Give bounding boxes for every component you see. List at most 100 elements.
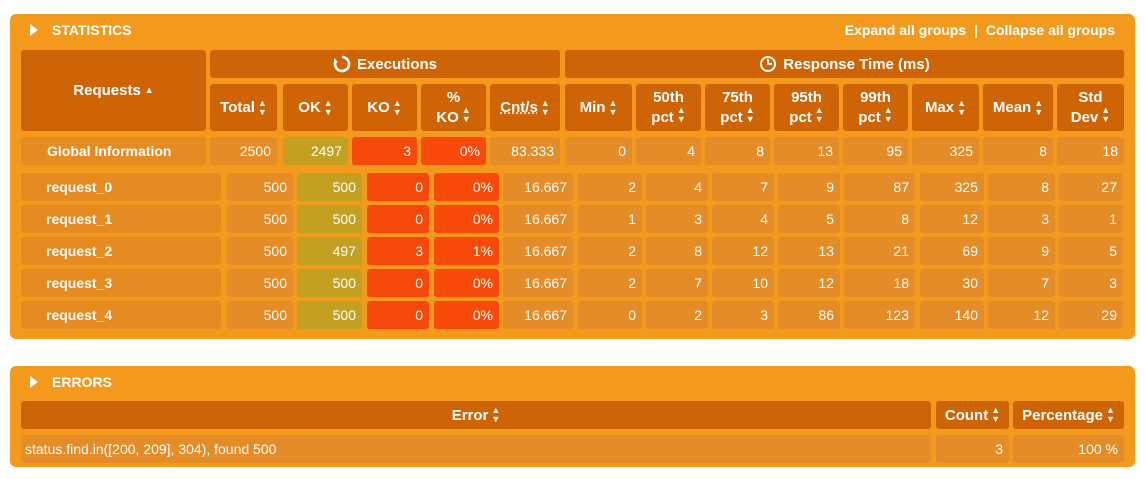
request-row-label[interactable]: request_1 [21, 205, 221, 233]
p75-value-cell: 4 [712, 205, 774, 233]
sort-icon: ▲ ▼ [991, 405, 1001, 424]
pct-value-cell: 0% [434, 269, 499, 297]
errors-toggle[interactable]: ERRORS [30, 374, 112, 390]
sort-icon: ▲ ▼ [1034, 97, 1044, 117]
std-value-cell: 18 [1057, 137, 1124, 165]
p95-value-cell: 86 [778, 301, 840, 329]
executions-icon [333, 55, 351, 73]
sort-icon: ▲ ▼ [1105, 405, 1115, 424]
p75-value-cell: 7 [712, 173, 774, 201]
p99-value-cell: 21 [844, 237, 915, 265]
p99-value-cell: 87 [844, 173, 915, 201]
link-separator: | [974, 22, 978, 38]
min-value-cell: 0 [578, 301, 642, 329]
ko-value-cell: 3 [352, 137, 417, 165]
request-row-label[interactable]: request_4 [21, 301, 221, 329]
sort-icon: ▲ ▼ [745, 105, 755, 124]
p75-value-cell: 3 [712, 301, 774, 329]
request-row-label[interactable]: request_2 [21, 237, 221, 265]
mean-column-header[interactable]: Mean ▲ ▼ [983, 84, 1053, 131]
total-value-cell: 500 [227, 269, 293, 297]
min-value-cell: 1 [578, 205, 642, 233]
mean-value-cell: 3 [988, 205, 1055, 233]
executions-group-header: Executions [210, 50, 560, 78]
requests-header[interactable]: Requests ▲ [21, 50, 206, 131]
sort-icon: ▲ ▼ [323, 97, 333, 117]
response-time-group-header: Response Time (ms) [565, 50, 1124, 78]
p50-value-cell: 4 [636, 137, 701, 165]
cnt-value-cell: 16.667 [503, 301, 573, 329]
pct-ko-column-header[interactable]: % KO ▲ ▼ [421, 84, 486, 131]
min-value-cell: 2 [578, 237, 642, 265]
std-value-cell: 1 [1059, 205, 1123, 233]
p95-column-header[interactable]: 95th pct ▲ ▼ [774, 84, 839, 131]
std-value-cell: 29 [1059, 301, 1123, 329]
mean-value-cell: 8 [983, 137, 1053, 165]
p75-column-header[interactable]: 75th pct ▲ ▼ [705, 84, 770, 131]
p50-value-cell: 2 [646, 301, 708, 329]
p50-column-header[interactable]: 50th pct ▲ ▼ [636, 84, 701, 131]
total-value-cell: 500 [227, 205, 293, 233]
sort-icon: ▲ ▼ [540, 97, 550, 117]
max-value-cell: 325 [912, 137, 979, 165]
cnt-value-cell: 16.667 [503, 173, 573, 201]
mean-value-cell: 7 [988, 269, 1055, 297]
min-column-header[interactable]: Min ▲ ▼ [565, 84, 632, 131]
std-dev-column-header[interactable]: Std Dev ▲ ▼ [1057, 84, 1124, 131]
ko-value-cell: 0 [367, 269, 429, 297]
sort-icon: ▲ ▼ [957, 97, 967, 117]
request-row-label[interactable]: request_3 [21, 269, 221, 297]
cnt-value-cell: 83.333 [490, 137, 560, 165]
min-value-cell: 2 [578, 269, 642, 297]
expand-all-groups-link[interactable]: Expand all groups [845, 22, 966, 38]
error-percentage-cell: 100 % [1013, 435, 1124, 463]
error-count-cell: 3 [936, 435, 1009, 463]
sort-icon: ▲ ▼ [491, 405, 501, 424]
group-links: Expand all groups | Collapse all groups [845, 22, 1115, 38]
max-value-cell: 30 [920, 269, 984, 297]
total-value-cell: 500 [227, 173, 293, 201]
p99-column-header[interactable]: 99th pct ▲ ▼ [843, 84, 908, 131]
ko-value-cell: 0 [367, 301, 429, 329]
p50-value-cell: 8 [646, 237, 708, 265]
percentage-column-header[interactable]: Percentage ▲ ▼ [1013, 401, 1124, 429]
sort-icon: ▲ ▼ [814, 105, 824, 124]
global-information-row-label: Global Information [21, 137, 206, 165]
cnt-value-cell: 16.667 [503, 205, 573, 233]
ko-value-cell: 0 [367, 173, 429, 201]
p95-value-cell: 9 [778, 173, 840, 201]
ok-value-cell: 500 [297, 269, 362, 297]
ok-value-cell: 500 [297, 301, 362, 329]
ko-column-header[interactable]: KO ▲ ▼ [352, 84, 417, 131]
total-value-cell: 500 [227, 301, 293, 329]
mean-value-cell: 9 [988, 237, 1055, 265]
pct-value-cell: 1% [434, 237, 499, 265]
total-value-cell: 500 [227, 237, 293, 265]
std-value-cell: 5 [1059, 237, 1123, 265]
ok-value-cell: 500 [297, 205, 362, 233]
error-column-header[interactable]: Error ▲ ▼ [21, 401, 931, 429]
ko-value-cell: 0 [367, 205, 429, 233]
sort-icon: ▲ ▼ [257, 97, 267, 117]
ok-column-header[interactable]: OK ▲ ▼ [283, 84, 348, 131]
total-column-header[interactable]: Total ▲ ▼ [210, 84, 277, 131]
pct-value-cell: 0% [434, 205, 499, 233]
errors-title: ERRORS [52, 374, 112, 390]
sort-icon: ▲ ▼ [608, 97, 618, 117]
pct-value-cell: 0% [421, 137, 486, 165]
expand-triangle-icon [30, 376, 38, 388]
cnt-per-sec-column-header[interactable]: Cnt/s ▲ ▼ [490, 84, 560, 131]
max-column-header[interactable]: Max ▲ ▼ [912, 84, 979, 131]
min-value-cell: 2 [578, 173, 642, 201]
max-value-cell: 140 [920, 301, 984, 329]
mean-value-cell: 12 [988, 301, 1055, 329]
collapse-all-groups-link[interactable]: Collapse all groups [986, 22, 1115, 38]
request-row-label[interactable]: request_0 [21, 173, 221, 201]
p75-value-cell: 12 [712, 237, 774, 265]
p75-value-cell: 10 [712, 269, 774, 297]
expand-triangle-icon [30, 24, 38, 36]
statistics-toggle[interactable]: STATISTICS [30, 22, 132, 38]
p50-value-cell: 3 [646, 205, 708, 233]
max-value-cell: 325 [920, 173, 984, 201]
count-column-header[interactable]: Count ▲ ▼ [936, 401, 1009, 429]
